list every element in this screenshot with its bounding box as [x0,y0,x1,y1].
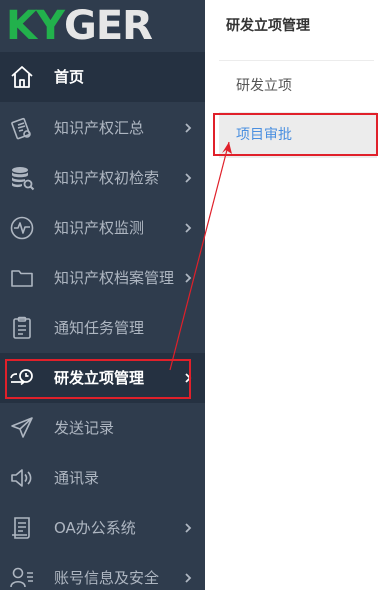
clipboard-icon [13,316,31,339]
sidebar-item-label: 研发立项管理 [54,369,145,387]
logo[interactable]: KYGER [0,0,205,52]
sidebar-item-label: 知识产权汇总 [54,119,145,137]
submenu-item-project-approval[interactable]: 项目审批 [219,112,377,158]
home-icon [11,66,33,88]
submenu-title: 研发立项管理 [226,18,310,34]
sidebar-item-home[interactable]: 首页 [0,52,205,102]
sidebar-item-ip-summary[interactable]: 知识产权汇总 [0,103,205,153]
sidebar-item-label: 通讯录 [54,469,100,487]
sidebar-item-task-management[interactable]: 通知任务管理 [0,303,205,353]
chevron-right-icon [185,523,192,533]
chevron-right-icon [185,373,192,383]
sidebar-item-ip-monitoring[interactable]: 知识产权监测 [0,203,205,253]
send-icon [11,417,33,438]
chevron-right-icon [185,223,192,233]
sidebar-item-ip-search[interactable]: 知识产权初检索 [0,153,205,203]
sidebar-item-rd-project-management[interactable]: 研发立项管理 [0,353,205,403]
logo-letter-y: Y [36,3,65,49]
folder-icon [11,270,33,287]
sidebar-item-label: 知识产权监测 [54,219,145,237]
pulse-monitor-icon [10,216,34,240]
sidebar: KYGER 首页 知识产权汇总 知识产权初检索 知识产权监测 知识产权档案管理 … [0,0,205,590]
sidebar-item-account-security[interactable]: 账号信息及安全 [0,553,205,603]
logo-letter-g: G [63,3,97,49]
submenu-panel: 研发立项管理 研发立项 项目审批 [205,0,381,590]
logo-letter-e: E [95,3,123,49]
sidebar-item-send-records[interactable]: 发送记录 [0,403,205,453]
chevron-right-icon [185,273,192,283]
document-icon [12,517,30,539]
submenu-item-label: 项目审批 [236,127,292,143]
database-search-icon [12,167,35,191]
logo-letter-r: R [122,3,153,49]
sidebar-item-oa-system[interactable]: OA办公系统 [0,503,205,553]
sidebar-item-label: 首页 [54,68,85,86]
divider [219,60,374,61]
sidebar-item-label: 账号信息及安全 [54,569,160,587]
user-list-icon [10,567,33,588]
sidebar-item-label: 知识产权档案管理 [54,269,175,287]
sidebar-item-label: 知识产权初检索 [54,169,160,187]
speaker-icon [11,469,32,487]
certificate-icon [11,117,31,140]
rd-clock-icon [10,369,33,386]
chevron-right-icon [185,173,192,183]
submenu-item-rd-project[interactable]: 研发立项 [219,63,377,109]
chevron-right-icon [185,573,192,583]
logo-text: KYGER [6,3,153,49]
sidebar-item-label: OA办公系统 [54,519,136,537]
logo-letter-k: K [6,3,37,49]
sidebar-item-label: 发送记录 [54,419,115,437]
sidebar-item-label: 通知任务管理 [54,319,145,337]
chevron-right-icon [185,123,192,133]
submenu-item-label: 研发立项 [236,78,292,94]
sidebar-item-ip-archive[interactable]: 知识产权档案管理 [0,253,205,303]
sidebar-item-contacts[interactable]: 通讯录 [0,453,205,503]
